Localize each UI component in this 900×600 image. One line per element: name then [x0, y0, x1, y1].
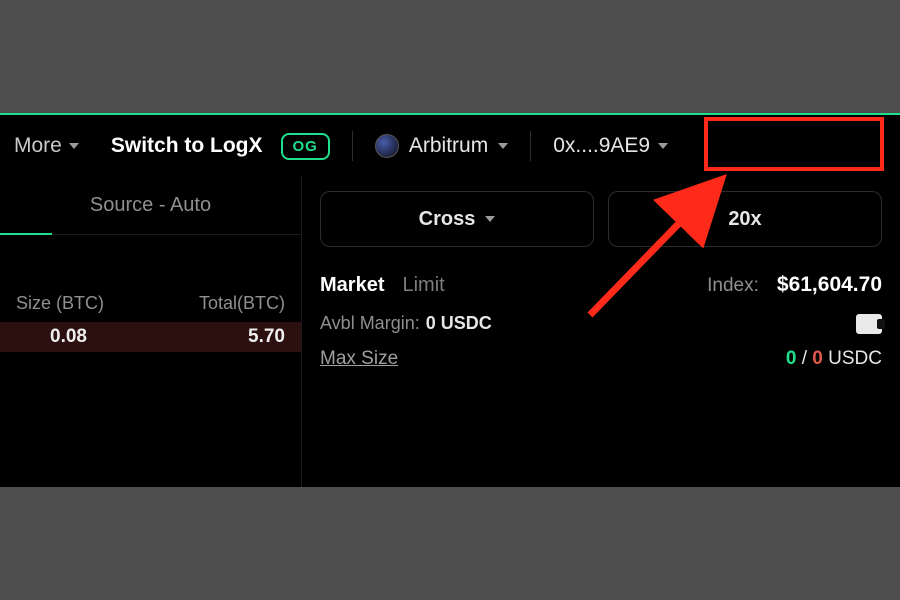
max-size-sep: /: [796, 348, 812, 369]
col-size: Size (BTC): [16, 293, 104, 314]
order-type-row: Market Limit Index: $61,604.70: [320, 273, 882, 297]
avbl-margin-value: 0 USDC: [426, 313, 492, 334]
max-size-row: Max Size 0 / 0 USDC: [320, 348, 882, 370]
leverage-selector[interactable]: 20x: [608, 191, 882, 247]
max-size-link[interactable]: Max Size: [320, 348, 398, 370]
max-size-unit: USDC: [823, 348, 882, 369]
tab-market[interactable]: Market: [320, 274, 384, 297]
network-selector[interactable]: Arbitrum: [375, 134, 508, 158]
switch-logx-button[interactable]: Switch to LogX: [111, 134, 263, 158]
order-form: Cross 20x Market Limit Index: $61,604.70…: [302, 177, 900, 487]
leverage-label: 20x: [728, 208, 761, 231]
index-label: Index:: [707, 275, 759, 297]
network-name: Arbitrum: [409, 134, 488, 158]
max-size-short: 0: [812, 348, 823, 369]
more-label: More: [14, 134, 62, 158]
source-selector[interactable]: Source - Auto: [0, 177, 301, 235]
divider: [530, 131, 531, 161]
col-total: Total(BTC): [199, 293, 285, 314]
content-area: Source - Auto Size (BTC) Total(BTC) 0.08…: [0, 177, 900, 487]
wallet-address: 0x....9AE9: [553, 134, 650, 158]
orderbook-row: 0.08 5.70: [0, 322, 301, 352]
orderbook-header: Size (BTC) Total(BTC): [0, 235, 301, 322]
chevron-down-icon: [485, 216, 495, 222]
max-size-values: 0 / 0 USDC: [786, 348, 882, 370]
chevron-down-icon: [69, 143, 79, 149]
source-label: Source - Auto: [90, 194, 211, 217]
row-size: 0.08: [16, 326, 87, 348]
more-menu[interactable]: More: [14, 134, 79, 158]
og-badge: OG: [281, 133, 330, 160]
avbl-margin-label: Avbl Margin:: [320, 313, 420, 334]
margin-mode-label: Cross: [419, 208, 476, 231]
max-size-long: 0: [786, 348, 797, 369]
index-value: $61,604.70: [777, 273, 882, 297]
divider: [352, 131, 353, 161]
margin-mode-selector[interactable]: Cross: [320, 191, 594, 247]
chevron-down-icon: [498, 143, 508, 149]
orderbook-panel: Source - Auto Size (BTC) Total(BTC) 0.08…: [0, 177, 302, 487]
wallet-address-button[interactable]: 0x....9AE9: [553, 134, 668, 158]
tab-limit[interactable]: Limit: [402, 274, 444, 297]
arbitrum-icon: [375, 134, 399, 158]
row-total: 5.70: [248, 326, 285, 348]
chevron-down-icon: [658, 143, 668, 149]
available-margin-row: Avbl Margin: 0 USDC: [320, 313, 882, 334]
topbar: More Switch to LogX OG Arbitrum 0x....9A…: [0, 115, 900, 177]
trading-app-frame: More Switch to LogX OG Arbitrum 0x....9A…: [0, 113, 900, 487]
wallet-icon[interactable]: [856, 314, 882, 334]
